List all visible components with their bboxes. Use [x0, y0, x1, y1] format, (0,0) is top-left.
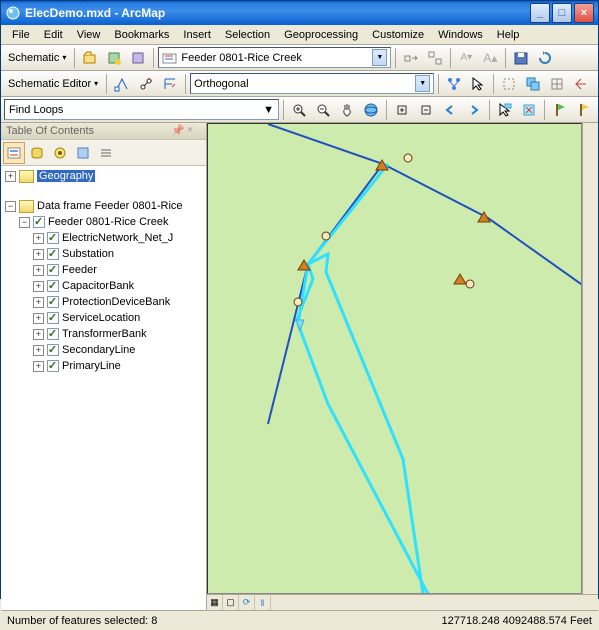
status-selected: Number of features selected: 8: [7, 615, 157, 627]
close-button[interactable]: ×: [574, 3, 594, 23]
tree-group-dataframe[interactable]: −Data frame Feeder 0801-Rice: [3, 198, 204, 214]
new-diagram-icon[interactable]: [103, 47, 125, 69]
scrollbar-horizontal[interactable]: [271, 595, 598, 610]
tree-item[interactable]: +Feeder: [3, 262, 204, 278]
tree-item[interactable]: +ProtectionDeviceBank: [3, 294, 204, 310]
zoom-out-icon[interactable]: [312, 99, 334, 121]
menu-customize[interactable]: Customize: [365, 27, 431, 43]
clear-selected-icon[interactable]: [518, 99, 540, 121]
table-of-contents: Table Of Contents 📌 × +Geography −Data f…: [1, 123, 207, 610]
toc-toolbar: [1, 140, 206, 166]
tree-item[interactable]: +SecondaryLine: [3, 342, 204, 358]
window-title: ElecDemo.mxd - ArcMap: [25, 6, 528, 20]
refresh-view-icon[interactable]: ⟳: [239, 595, 255, 610]
list-by-source-icon[interactable]: [26, 142, 48, 164]
zoom-out-fixed-icon[interactable]: [415, 99, 437, 121]
map-area: ▦ ▢ ⟳ ‖: [207, 123, 598, 610]
toc-title: Table Of Contents 📌 ×: [1, 123, 206, 140]
schematic-dropdown[interactable]: Schematic: [4, 50, 70, 66]
toolbar-editor: Schematic Editor Orthogonal ▼: [1, 71, 598, 97]
dropdown-icon[interactable]: ▼: [263, 104, 274, 116]
menu-insert[interactable]: Insert: [176, 27, 218, 43]
refresh-icon[interactable]: [534, 47, 556, 69]
toolbar-search: Find Loops ▼: [1, 97, 598, 123]
layout-view-icon[interactable]: ▢: [223, 595, 239, 610]
forward-icon[interactable]: [463, 99, 485, 121]
grid-icon[interactable]: [546, 73, 568, 95]
propagate-icon[interactable]: [400, 47, 422, 69]
layer-tree[interactable]: +Geography −Data frame Feeder 0801-Rice …: [1, 166, 206, 610]
list-by-selection-icon[interactable]: [72, 142, 94, 164]
full-extent-icon[interactable]: [360, 99, 382, 121]
menu-windows[interactable]: Windows: [431, 27, 490, 43]
close-panel-icon[interactable]: ×: [187, 124, 201, 138]
clear-selection-icon[interactable]: [498, 73, 520, 95]
zoom-in-icon[interactable]: [288, 99, 310, 121]
tree-layer-feeder[interactable]: −Feeder 0801-Rice Creek: [3, 214, 204, 230]
menu-edit[interactable]: Edit: [37, 27, 70, 43]
map-tabs: ▦ ▢ ⟳ ‖: [207, 594, 598, 610]
pan-icon[interactable]: [336, 99, 358, 121]
menu-view[interactable]: View: [70, 27, 108, 43]
map-canvas[interactable]: [207, 123, 582, 594]
search-input[interactable]: Find Loops ▼: [4, 99, 279, 120]
flag-green-icon[interactable]: [549, 99, 571, 121]
diagram-combo-value: Feeder 0801-Rice Creek: [181, 52, 301, 64]
select-icon[interactable]: [467, 73, 489, 95]
pause-view-icon[interactable]: ‖: [255, 595, 271, 610]
menubar: File Edit View Bookmarks Insert Selectio…: [1, 25, 598, 45]
move-node-icon[interactable]: [111, 73, 133, 95]
tree-group-geography[interactable]: +Geography: [3, 168, 204, 184]
menu-selection[interactable]: Selection: [218, 27, 277, 43]
select-all-icon[interactable]: [522, 73, 544, 95]
maximize-button[interactable]: □: [552, 3, 572, 23]
save-edits-icon[interactable]: [510, 47, 532, 69]
content-area: Table Of Contents 📌 × +Geography −Data f…: [1, 123, 598, 610]
status-coords: 127718.248 4092488.574 Feet: [442, 615, 592, 627]
schematic-editor-dropdown[interactable]: Schematic Editor: [4, 76, 102, 92]
tree-layout-icon[interactable]: [443, 73, 465, 95]
dropdown-icon[interactable]: ▼: [372, 49, 387, 66]
undo-layout-icon[interactable]: [570, 73, 592, 95]
tree-item[interactable]: +TransformerBank: [3, 326, 204, 342]
layout-icon[interactable]: [159, 73, 181, 95]
tree-item[interactable]: +ElectricNetwork_Net_J: [3, 230, 204, 246]
scrollbar-vertical[interactable]: [582, 123, 598, 594]
checkbox[interactable]: [33, 216, 45, 228]
tree-item[interactable]: +ServiceLocation: [3, 310, 204, 326]
titlebar: ElecDemo.mxd - ArcMap _ □ ×: [1, 1, 598, 25]
search-value: Find Loops: [9, 104, 63, 116]
back-icon[interactable]: [439, 99, 461, 121]
diagram-combo[interactable]: Feeder 0801-Rice Creek ▼: [158, 47, 391, 68]
pin-icon[interactable]: 📌: [171, 124, 185, 138]
minimize-button[interactable]: _: [530, 3, 550, 23]
toolbar-schematic: Schematic Feeder 0801-Rice Creek ▼ A▾ A▴: [1, 45, 598, 71]
options-icon[interactable]: [95, 142, 117, 164]
menu-file[interactable]: File: [5, 27, 37, 43]
tree-item[interactable]: +PrimaryLine: [3, 358, 204, 374]
dropdown-icon[interactable]: ▼: [415, 75, 430, 92]
decrease-font-icon[interactable]: A▾: [455, 47, 477, 69]
increase-font-icon[interactable]: A▴: [479, 47, 501, 69]
data-view-icon[interactable]: ▦: [207, 595, 223, 610]
menu-geoprocessing[interactable]: Geoprocessing: [277, 27, 365, 43]
list-by-drawing-icon[interactable]: [3, 142, 25, 164]
flag-yellow-icon[interactable]: [573, 99, 595, 121]
list-by-visibility-icon[interactable]: [49, 142, 71, 164]
menu-bookmarks[interactable]: Bookmarks: [107, 27, 176, 43]
app-icon: [5, 5, 21, 21]
window-arrange-icon[interactable]: [424, 47, 446, 69]
statusbar: Number of features selected: 8 127718.24…: [1, 610, 598, 630]
menu-help[interactable]: Help: [490, 27, 527, 43]
update-diagram-icon[interactable]: [127, 47, 149, 69]
layout-combo-value: Orthogonal: [194, 78, 248, 90]
zoom-in-fixed-icon[interactable]: [391, 99, 413, 121]
tree-item[interactable]: +Substation: [3, 246, 204, 262]
open-icon[interactable]: [79, 47, 101, 69]
tree-item[interactable]: +CapacitorBank: [3, 278, 204, 294]
layout-combo[interactable]: Orthogonal ▼: [190, 73, 434, 94]
select-features-icon[interactable]: [494, 99, 516, 121]
edit-vertices-icon[interactable]: [135, 73, 157, 95]
